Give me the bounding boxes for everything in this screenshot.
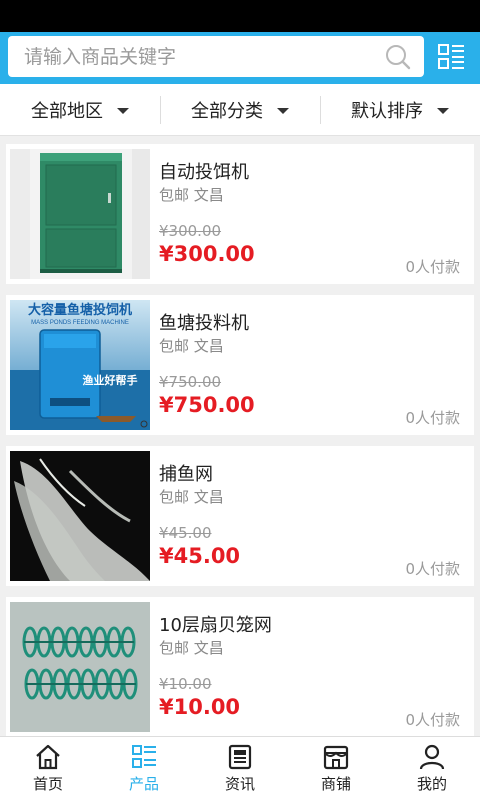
product-sales: 0人付款 xyxy=(405,560,460,578)
image-caption-subtitle: MASS PONDS FEEDING MACHINE xyxy=(31,320,129,326)
tab-label: 我的 xyxy=(416,775,447,793)
product-image[interactable] xyxy=(10,451,150,581)
region-filter[interactable]: 全部地区 xyxy=(0,84,160,136)
status-bar xyxy=(0,0,480,32)
store-icon xyxy=(323,745,349,770)
tab-label: 首页 xyxy=(32,775,63,793)
product-sales: 0人付款 xyxy=(405,711,460,729)
product-card[interactable]: 自动投饵机 包邮 文昌 ¥300.00 ¥300.00 0人付款 xyxy=(6,144,474,284)
sort-filter[interactable]: 默认排序 xyxy=(320,84,480,136)
product-name[interactable]: 10层扇贝笼网 xyxy=(159,611,272,637)
product-meta: 包邮 文昌 xyxy=(159,186,224,204)
user-icon xyxy=(419,744,445,770)
product-name[interactable]: 鱼塘投料机 xyxy=(159,309,249,335)
news-icon xyxy=(228,744,252,770)
image-caption-slogan: 渔业好帮手 xyxy=(83,373,138,387)
product-list-icon xyxy=(132,745,156,768)
product-price: ¥10.00 xyxy=(159,695,241,719)
chevron-down-icon xyxy=(437,108,449,114)
product-name[interactable]: 捕鱼网 xyxy=(159,460,213,486)
region-filter-label: 全部地区 xyxy=(31,101,103,122)
tab-news[interactable]: 资讯 xyxy=(192,737,288,800)
tab-label: 产品 xyxy=(128,775,159,793)
product-meta: 包邮 文昌 xyxy=(159,337,224,355)
image-caption-title: 大容量鱼塘投饲机 xyxy=(28,302,132,317)
search-box[interactable] xyxy=(8,36,424,77)
menu-grid-icon[interactable] xyxy=(436,42,466,72)
tab-label: 资讯 xyxy=(224,775,255,793)
category-filter-label: 全部分类 xyxy=(191,101,263,122)
product-old-price: ¥10.00 xyxy=(159,675,212,693)
product-old-price: ¥45.00 xyxy=(159,524,212,542)
header-bar xyxy=(0,32,480,84)
product-price: ¥300.00 xyxy=(159,242,255,266)
product-meta: 包邮 文昌 xyxy=(159,639,224,657)
filter-bar: 全部地区 全部分类 默认排序 xyxy=(0,84,480,136)
product-old-price: ¥300.00 xyxy=(159,222,222,240)
product-old-price: ¥750.00 xyxy=(159,373,222,391)
search-input[interactable] xyxy=(8,36,378,77)
product-image[interactable] xyxy=(10,149,150,279)
search-icon[interactable] xyxy=(384,43,412,71)
product-name[interactable]: 自动投饵机 xyxy=(159,158,249,184)
tab-label: 商铺 xyxy=(320,775,351,793)
product-image[interactable] xyxy=(10,602,150,732)
chevron-down-icon xyxy=(117,108,129,114)
product-card[interactable]: 捕鱼网 包邮 文昌 ¥45.00 ¥45.00 0人付款 xyxy=(6,446,474,586)
product-card[interactable]: 大容量鱼塘投饲机 MASS PONDS FEEDING MACHINE 渔业好帮… xyxy=(6,295,474,435)
product-price: ¥45.00 xyxy=(159,544,241,568)
product-card[interactable]: 10层扇贝笼网 包邮 文昌 ¥10.00 ¥10.00 0人付款 xyxy=(6,597,474,737)
bottom-tab-bar: 首页 产品 资讯 商铺 我的 xyxy=(0,736,480,800)
category-filter[interactable]: 全部分类 xyxy=(160,84,320,136)
tab-me[interactable]: 我的 xyxy=(384,737,480,800)
product-price: ¥750.00 xyxy=(159,393,255,417)
product-image[interactable]: 大容量鱼塘投饲机 MASS PONDS FEEDING MACHINE 渔业好帮… xyxy=(10,300,150,430)
product-meta: 包邮 文昌 xyxy=(159,488,224,506)
tab-products[interactable]: 产品 xyxy=(96,737,192,800)
tab-store[interactable]: 商铺 xyxy=(288,737,384,800)
product-sales: 0人付款 xyxy=(405,258,460,276)
product-sales: 0人付款 xyxy=(405,409,460,427)
home-icon xyxy=(36,744,60,770)
chevron-down-icon xyxy=(277,108,289,114)
sort-filter-label: 默认排序 xyxy=(351,101,423,122)
tab-home[interactable]: 首页 xyxy=(0,737,96,800)
